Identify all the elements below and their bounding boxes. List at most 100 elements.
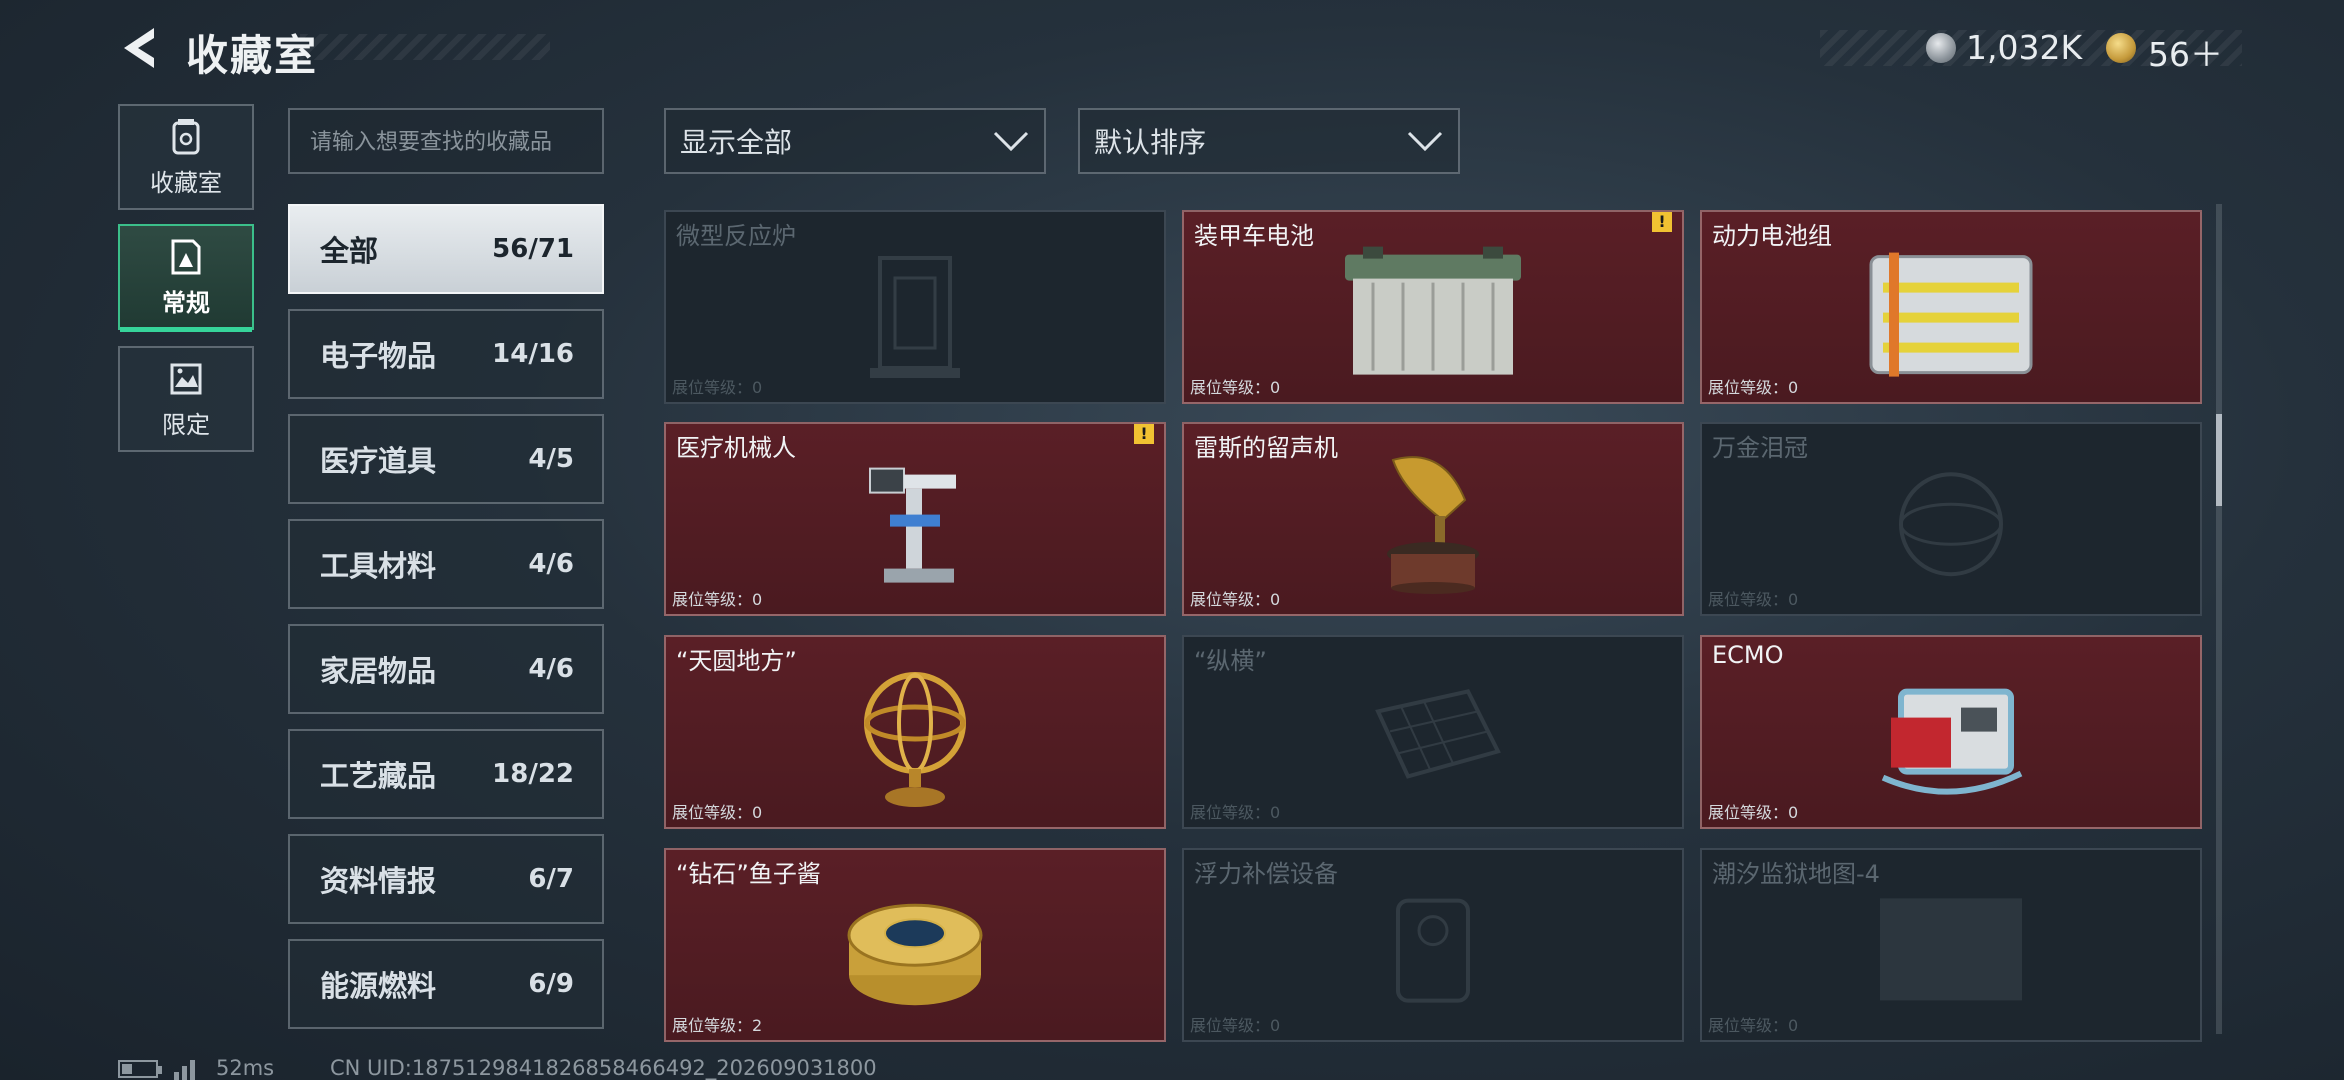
item-name: “天圆地方” [676,647,797,675]
back-arrow-icon[interactable] [118,26,160,70]
item-level: 展位等级：0 [1190,378,1281,397]
category-count: 56/71 [492,234,574,264]
item-level: 展位等级：0 [672,590,763,609]
item-card-tidal-prison-map[interactable]: 潮汐监狱地图-4 展位等级：0 [1700,848,2202,1042]
item-name: 雷斯的留声机 [1194,434,1338,462]
item-name: 万金泪冠 [1712,434,1808,462]
category-name: 工具材料 [320,549,437,583]
silver-coin-icon [1926,33,1956,63]
category-count: 4/5 [528,444,574,474]
display-filter-value: 显示全部 [680,126,793,159]
crown-icon [1899,472,2003,577]
item-level: 展位等级：0 [1190,1016,1281,1035]
side-tab-label: 常规 [162,288,210,317]
item-level: 展位等级：0 [1190,803,1281,822]
item-name: 潮汐监狱地图-4 [1712,860,1880,888]
category-count: 6/9 [528,969,574,999]
silver-currency-value: 1,032K [1966,28,2083,67]
item-name: 动力电池组 [1712,222,1832,250]
item-card-zongheng[interactable]: “纵横” 展位等级：0 [1182,635,1684,829]
framed-picture-icon [171,239,201,274]
item-name: 医疗机械人 [676,434,796,462]
display-filter-dropdown[interactable]: 显示全部 [664,108,1046,174]
item-name: ECMO [1712,641,1784,669]
item-level: 展位等级：0 [672,803,763,822]
ping-text: 52ms [216,1056,275,1080]
item-card-armillary[interactable]: “天圆地方” 展位等级：0 [664,635,1166,829]
category-tools[interactable]: 工具材料 4/6 [288,519,604,609]
category-household[interactable]: 家居物品 4/6 [288,624,604,714]
title-decoration [300,34,550,60]
reactor-icon [870,256,960,378]
gold-triangle-coin-icon [2106,33,2136,63]
item-card-armored-battery[interactable]: 装甲车电池 ! 展位等级：0 [1182,210,1684,404]
category-name: 医疗道具 [320,444,437,478]
item-level: 展位等级：0 [672,378,763,397]
side-tab-regular[interactable]: 常规 [118,224,254,332]
grid-scrollbar-thumb[interactable] [2216,414,2222,506]
landscape-picture-icon [170,363,202,394]
sort-dropdown[interactable]: 默认排序 [1078,108,1460,174]
item-name: “钻石”鱼子酱 [676,860,821,888]
item-card-buoyancy-device[interactable]: 浮力补偿设备 展位等级：0 [1182,848,1684,1042]
search-box[interactable] [288,108,604,174]
battery-pack-icon [1869,252,2033,377]
side-tab-collection-room[interactable]: 收藏室 [118,104,254,210]
item-name: 浮力补偿设备 [1194,860,1338,888]
item-card-power-battery[interactable]: 动力电池组 展位等级：0 [1700,210,2202,404]
category-count: 18/22 [492,759,574,789]
category-medical[interactable]: 医疗道具 4/5 [288,414,604,504]
category-electronics[interactable]: 电子物品 14/16 [288,309,604,399]
page-title: 收藏室 [186,31,319,80]
category-intel[interactable]: 资料情报 6/7 [288,834,604,924]
item-card-caviar[interactable]: “钻石”鱼子酱 展位等级：2 [664,848,1166,1042]
chevron-down-icon [1407,131,1443,152]
category-name: 全部 [320,234,379,268]
map-icon [1880,898,2022,1001]
category-energy[interactable]: 能源燃料 6/9 [288,939,604,1029]
item-card-medical-robot[interactable]: 医疗机械人 ! 展位等级：0 [664,422,1166,616]
category-name: 电子物品 [320,339,437,373]
search-input[interactable] [310,130,582,155]
battery-icon [118,1060,162,1078]
item-name: 装甲车电池 [1194,222,1314,250]
item-level: 展位等级：0 [1708,803,1799,822]
side-tab-label: 限定 [162,410,210,439]
gramophone-icon [1387,456,1479,594]
item-name: “纵横” [1194,647,1267,675]
collection-jar-icon [172,118,200,154]
item-card-micro-reactor[interactable]: 微型反应炉 展位等级：0 [664,210,1166,404]
signal-icon [174,1060,195,1080]
category-name: 资料情报 [320,864,437,898]
chessboard-icon [1375,689,1501,779]
item-level: 展位等级：0 [1708,378,1799,397]
ecmo-machine-icon [1881,688,2023,795]
item-card-tear-crown[interactable]: 万金泪冠 展位等级：0 [1700,422,2202,616]
item-card-gramophone[interactable]: 雷斯的留声机 展位等级：0 [1182,422,1684,616]
sort-value: 默认排序 [1094,126,1207,159]
category-count: 4/6 [528,654,574,684]
uid-text: CN UID:1875129841826858466492_2026090318… [330,1056,877,1080]
item-level: 展位等级：0 [1190,590,1281,609]
buoyancy-device-icon [1396,898,1470,1003]
category-crafts[interactable]: 工艺藏品 18/22 [288,729,604,819]
gold-currency-value: 56＋ [2148,35,2223,74]
category-count: 6/7 [528,864,574,894]
alert-badge-icon: ! [1652,212,1672,232]
category-name: 能源燃料 [320,969,437,1003]
vehicle-battery-icon [1345,246,1521,375]
category-all[interactable]: 全部 56/71 [288,204,604,294]
grid-scrollbar-track[interactable] [2216,204,2222,1034]
category-count: 14/16 [492,339,574,369]
item-level: 展位等级：0 [1708,1016,1799,1035]
medical-robot-icon [869,467,956,583]
chevron-down-icon [993,131,1029,152]
item-level: 展位等级：0 [1708,590,1799,609]
armillary-sphere-icon [864,672,966,807]
item-name: 微型反应炉 [676,222,796,250]
item-card-ecmo[interactable]: ECMO 展位等级：0 [1700,635,2202,829]
category-name: 家居物品 [320,654,437,688]
side-tab-limited[interactable]: 限定 [118,346,254,452]
item-level: 展位等级：2 [672,1016,763,1035]
active-tab-indicator [120,327,252,332]
